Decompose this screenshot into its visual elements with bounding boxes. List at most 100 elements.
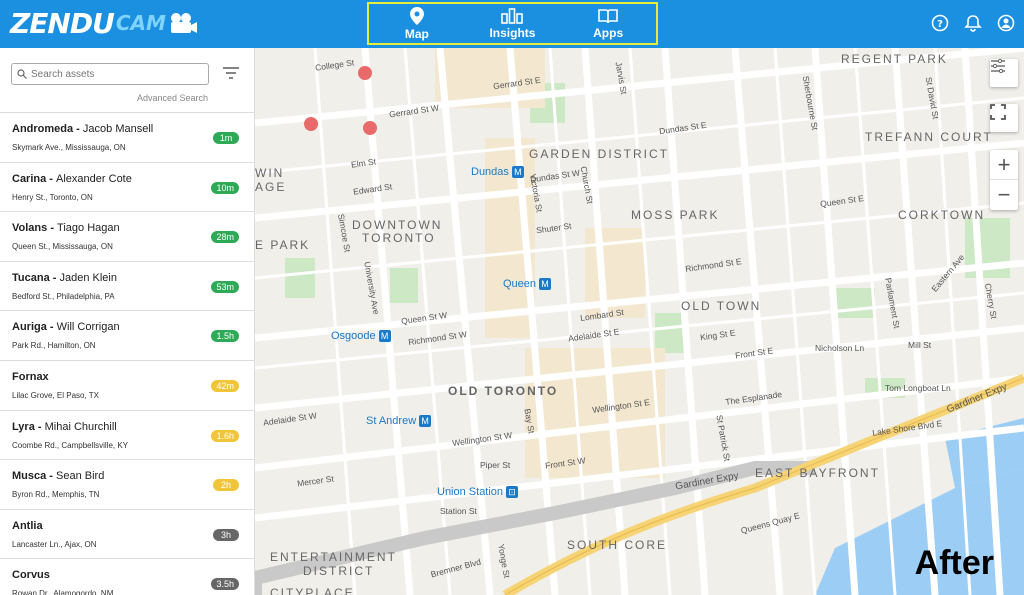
book-icon	[598, 8, 618, 23]
zoom-in-icon[interactable]: +	[990, 150, 1018, 180]
asset-driver: Will Corrigan	[56, 321, 120, 334]
area-label: ENTERTAINMENT	[270, 550, 397, 564]
station-label[interactable]: Osgoode M	[331, 330, 391, 342]
asset-name: Antlia	[12, 519, 43, 532]
subway-icon: M	[511, 166, 524, 178]
asset-address: Park Rd., Hamilton, ON	[12, 341, 96, 351]
area-label: OLD TOWN	[681, 299, 762, 313]
asset-address: Rowan Dr., Alamogordo, NM	[12, 589, 114, 595]
asset-sidebar: Advanced Search Andromeda - Jacob Mansel…	[0, 48, 255, 595]
nav-map[interactable]: Map	[377, 6, 457, 41]
asset-row[interactable]: Lyra - Mihai Churchill Coombe Rd., Campbe…	[0, 409, 254, 460]
area-label: TREFANN COURT	[865, 130, 993, 144]
main-nav: Map Insights Apps	[367, 2, 658, 45]
layers-control[interactable]	[990, 59, 1018, 87]
asset-address: Byron Rd., Memphis, TN	[12, 490, 100, 500]
area-label: DOWNTOWN	[352, 218, 443, 232]
camera-icon	[170, 13, 197, 33]
fullscreen-control[interactable]	[990, 104, 1018, 132]
advanced-search-link[interactable]: Advanced Search	[137, 93, 208, 103]
nav-map-label: Map	[404, 26, 429, 41]
status-badge: 28m	[211, 231, 239, 244]
asset-title: Musca - Sean Bird	[12, 470, 104, 482]
asset-row[interactable]: Volans - Tiago Hagan Queen St., Mississau…	[0, 211, 254, 261]
fullscreen-icon	[990, 104, 1006, 120]
asset-name: Auriga	[12, 321, 47, 334]
asset-row[interactable]: Corvus Rowan Dr., Alamogordo, NM 3.5h	[0, 558, 254, 595]
area-label: DISTRICT	[303, 564, 375, 578]
street-label: Nicholson Ln	[815, 343, 865, 353]
map-view[interactable]: REGENT PARK TREFANN COURT GARDEN DISTRIC…	[255, 48, 1024, 595]
asset-title: Andromeda - Jacob Mansell	[12, 123, 153, 135]
asset-driver: Mihai Churchill	[44, 420, 117, 433]
station-label[interactable]: Dundas M	[471, 166, 524, 178]
asset-row[interactable]: Andromeda - Jacob Mansell Skymark Ave., M…	[0, 112, 254, 162]
nav-apps-label: Apps	[593, 25, 624, 40]
layers-icon	[991, 59, 1005, 73]
asset-separator: -	[46, 172, 57, 185]
asset-row[interactable]: Auriga - Will Corrigan Park Rd., Hamilton…	[0, 310, 254, 360]
station-name: Osgoode	[331, 330, 376, 342]
station-name: Dundas	[471, 166, 509, 178]
subway-icon: M	[378, 330, 391, 342]
header-actions: ?	[930, 13, 1016, 33]
asset-row[interactable]: Tucana - Jaden Klein Bedford St., Philade…	[0, 260, 254, 311]
help-icon[interactable]: ?	[930, 13, 950, 33]
street-label: Piper St	[480, 460, 511, 470]
nav-insights-label: Insights	[489, 25, 536, 40]
search-input[interactable]	[31, 68, 201, 80]
asset-name: Musca	[12, 470, 47, 483]
area-label: E PARK	[255, 238, 311, 252]
status-badge: 42m	[211, 379, 239, 392]
station-name: Union Station	[437, 486, 504, 498]
nav-insights[interactable]: Insights	[472, 7, 552, 40]
asset-address: Bedford St., Philadelphia, PA	[12, 291, 115, 301]
station-label[interactable]: St Andrew M	[366, 415, 432, 427]
station-name: Queen	[503, 278, 537, 290]
station-label[interactable]: Union Station ⊡	[437, 486, 519, 498]
asset-title: Tucana - Jaden Klein	[12, 272, 117, 284]
zoom-out-icon[interactable]: −	[990, 180, 1018, 210]
asset-driver: Tiago Hagan	[57, 222, 120, 235]
status-badge: 53m	[211, 280, 239, 293]
asset-name: Carina	[12, 172, 47, 185]
status-badge: 10m	[211, 181, 239, 194]
filter-icon[interactable]	[222, 66, 240, 85]
nav-apps[interactable]: Apps	[568, 8, 648, 40]
asset-row[interactable]: Musca - Sean Bird Byron Rd., Memphis, TN 2…	[0, 459, 254, 509]
search-box[interactable]	[11, 63, 209, 85]
top-bar: ZENDU CAM Map Insights Apps ?	[0, 0, 1024, 48]
asset-title: Fornax	[12, 371, 49, 383]
status-badge: 2h	[213, 479, 239, 492]
asset-row[interactable]: Fornax Lilac Grove, El Paso, TX 42m	[0, 359, 254, 410]
asset-address: Henry St., Toronto, ON	[12, 192, 93, 202]
area-label: REGENT PARK	[841, 52, 948, 66]
status-badge: 3.5h	[211, 578, 239, 591]
logo-text: ZENDU	[10, 6, 115, 40]
area-label: TORONTO	[362, 231, 436, 245]
station-label[interactable]: Queen M	[503, 278, 552, 290]
asset-row[interactable]: Antlia Lancaster Ln., Ajax, ON 3h	[0, 508, 254, 559]
subway-icon: M	[419, 415, 432, 427]
area-label: OLD TORONTO	[448, 384, 559, 398]
asset-address: Queen St., Mississauga, ON	[12, 242, 113, 252]
logo[interactable]: ZENDU CAM	[10, 6, 198, 40]
user-icon[interactable]	[996, 13, 1016, 33]
subway-icon: M	[539, 278, 552, 290]
street-label: Mill St	[908, 340, 932, 350]
status-badge: 1.6h	[211, 429, 239, 442]
street-label: Station St	[440, 506, 477, 516]
asset-name: Fornax	[12, 370, 49, 383]
area-label: GARDEN DISTRICT	[529, 147, 670, 161]
asset-driver: Jacob Mansell	[82, 123, 154, 135]
area-label: AGE	[255, 180, 287, 194]
asset-address: Skymark Ave., Mississauga, ON	[12, 143, 126, 152]
street-label: Tom Longboat Ln	[885, 383, 951, 393]
asset-name: Lyra	[12, 420, 35, 433]
zoom-control: + −	[990, 150, 1018, 210]
map-pin-icon	[409, 6, 424, 25]
status-badge: 3h	[213, 528, 239, 541]
asset-row[interactable]: Carina - Alexander Cote Henry St., Toront…	[0, 161, 254, 212]
bell-icon[interactable]	[963, 13, 983, 33]
overlay-caption: After	[914, 544, 994, 582]
